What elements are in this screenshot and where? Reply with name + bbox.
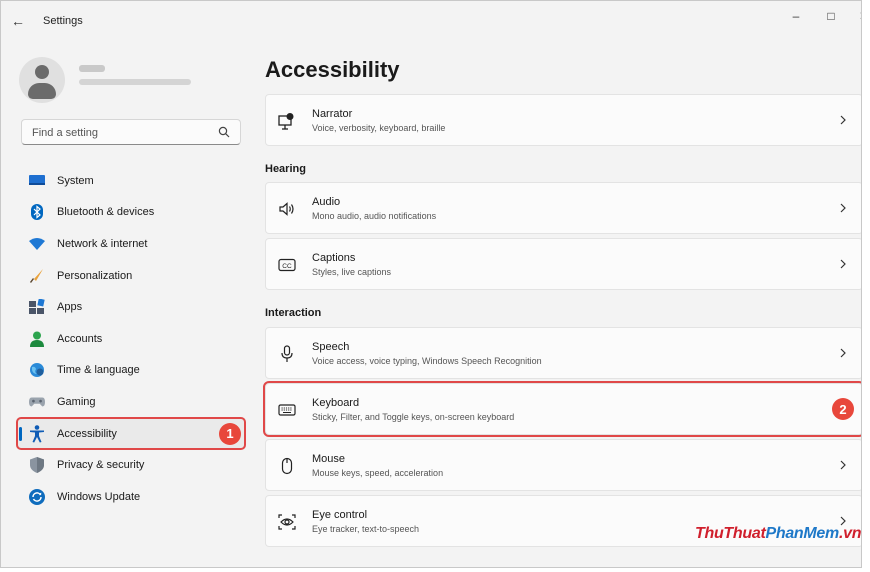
mouse-icon [281,457,293,475]
avatar[interactable] [19,57,65,103]
sidebar-item-gaming[interactable]: Gaming [17,386,245,418]
mouse-card[interactable]: Mouse Mouse keys, speed, acceleration [265,439,861,491]
settings-window: ← Settings – □ ✕ System [0,0,862,568]
back-arrow-icon[interactable]: ← [11,13,25,29]
keyboard-card[interactable]: Keyboard Sticky, Filter, and Toggle keys… [263,381,861,437]
shield-icon [29,457,45,474]
sidebar-item-system[interactable]: System [17,165,245,197]
sidebar-item-network[interactable]: Network & internet [17,228,245,260]
sidebar-item-accounts[interactable]: Accounts [17,323,245,355]
sidebar-item-accessibility[interactable]: Accessibility 1 [16,416,246,451]
user-name-redacted [79,65,105,72]
chevron-right-icon [840,348,846,358]
active-indicator [19,426,22,441]
app-title: Settings [43,15,83,27]
sidebar-item-privacy[interactable]: Privacy & security [17,449,245,481]
update-icon [29,488,45,505]
narrator-title: Narrator [312,108,353,120]
chevron-right-icon [840,259,846,269]
user-email-redacted [79,79,191,85]
chevron-right-icon [840,460,846,470]
minimize-icon[interactable]: – [781,9,811,23]
sidebar-item-time-language[interactable]: Time & language [17,355,245,387]
audio-card[interactable]: Audio Mono audio, audio notifications [265,182,861,234]
brush-icon [29,268,45,284]
keyboard-icon [278,404,296,416]
speaker-icon [279,202,294,216]
hearing-header: Hearing [265,163,306,175]
bluetooth-icon [29,204,45,221]
page-title: Accessibility [265,57,400,82]
nav-list: System Bluetooth & devices Network & int… [16,165,246,513]
keyboard-title: Keyboard [312,397,360,409]
accessibility-icon [29,424,45,443]
eye-control-title: Eye control [312,509,368,521]
mouse-subtitle: Mouse keys, speed, acceleration [312,468,444,478]
wifi-icon [29,236,45,252]
eye-control-subtitle: Eye tracker, text-to-speech [312,524,420,534]
search-box[interactable] [21,119,241,146]
interaction-header: Interaction [265,307,322,319]
sidebar: System Bluetooth & devices Network & int… [1,41,247,567]
narrator-icon [278,113,294,130]
title-bar: ← Settings – □ ✕ [1,1,861,41]
keyboard-subtitle: Sticky, Filter, and Toggle keys, on-scre… [312,412,515,422]
step-badge-1: 1 [219,422,241,445]
chevron-right-icon [840,115,846,125]
main-content: Accessibility Narrator Voice, verbosity,… [263,41,861,567]
captions-subtitle: Styles, live captions [312,267,392,277]
mouse-title: Mouse [312,453,346,465]
watermark: ThuThuatPhanMem.vn [695,525,862,542]
audio-subtitle: Mono audio, audio notifications [312,211,437,221]
chevron-right-icon [840,203,846,213]
gamepad-icon [29,394,45,410]
accounts-icon [29,331,45,347]
captions-icon: CC [278,258,296,272]
apps-icon [29,299,45,315]
globe-clock-icon [29,362,45,378]
maximize-icon[interactable]: □ [816,9,846,23]
narrator-card[interactable]: Narrator Voice, verbosity, keyboard, bra… [265,94,861,146]
system-icon [29,173,45,189]
speech-card[interactable]: Speech Voice access, voice typing, Windo… [265,327,861,379]
speech-subtitle: Voice access, voice typing, Windows Spee… [312,356,542,366]
microphone-icon [281,345,293,362]
sidebar-item-windows-update[interactable]: Windows Update [17,481,245,513]
search-input[interactable] [22,120,224,146]
eye-icon [278,514,296,530]
svg-text:CC: CC [282,263,292,270]
narrator-subtitle: Voice, verbosity, keyboard, braille [312,123,446,133]
sidebar-item-apps[interactable]: Apps [17,291,245,323]
search-icon[interactable] [218,126,230,138]
captions-title: Captions [312,252,356,264]
speech-title: Speech [312,341,350,353]
audio-title: Audio [312,196,341,208]
step-badge-2: 2 [832,398,854,420]
sidebar-item-bluetooth[interactable]: Bluetooth & devices [17,197,245,229]
captions-card[interactable]: CC Captions Styles, live captions [265,238,861,290]
close-icon[interactable]: ✕ [849,9,861,23]
sidebar-item-personalization[interactable]: Personalization [17,260,245,292]
